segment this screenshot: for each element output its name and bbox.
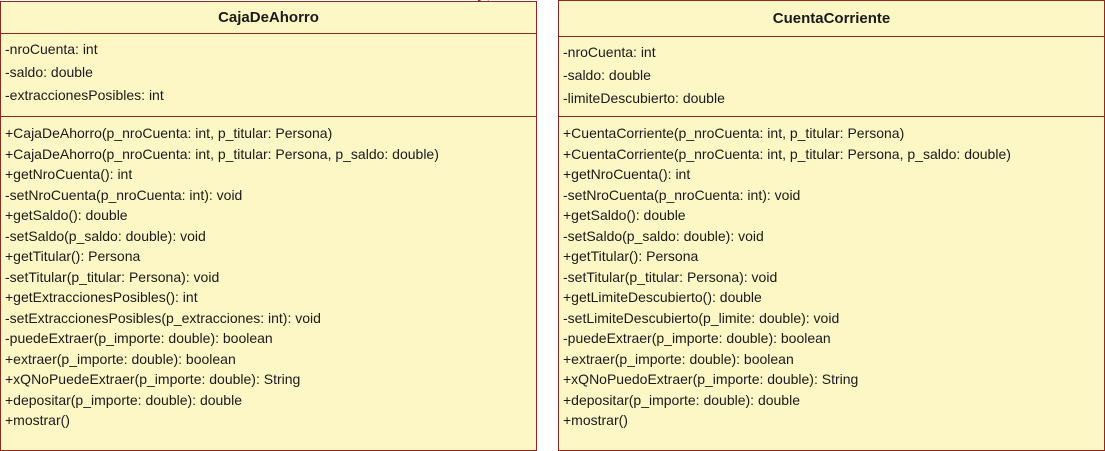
- method-row: -setSaldo(p_saldo: double): void: [5, 227, 206, 244]
- method-row: +getExtraccionesPosibles(): int: [5, 289, 198, 305]
- attribute-row: -saldo: double: [563, 67, 651, 83]
- class-name: CuentaCorriente: [559, 1, 1104, 37]
- method-row: -setNroCuenta(p_nroCuenta: int): void: [5, 186, 243, 203]
- method-row: -setNroCuenta(p_nroCuenta: int): void: [563, 186, 801, 203]
- method-row: +getTitular(): Persona: [563, 248, 699, 264]
- attribute-row: -nroCuenta: int: [563, 44, 656, 60]
- method-row: +CajaDeAhorro(p_nroCuenta: int, p_titula…: [5, 125, 333, 141]
- method-row: +depositar(p_importe: double): double: [5, 391, 242, 408]
- method-row: -setLimiteDescubierto(p_limite: double):…: [563, 309, 840, 326]
- attribute-row: -limiteDescubierto: double: [563, 90, 725, 106]
- attribute-row: -extraccionesPosibles: int: [5, 87, 164, 103]
- methods-compartment: +CajaDeAhorro(p_nroCuenta: int, p_titula…: [1, 117, 536, 431]
- method-row: -setTitular(p_titular: Persona): void: [563, 268, 778, 285]
- method-row: +CajaDeAhorro(p_nroCuenta: int, p_titula…: [5, 145, 439, 162]
- attributes-compartment: -nroCuenta: int -saldo: double -limiteDe…: [559, 37, 1104, 117]
- method-row: +extraer(p_importe: double): boolean: [5, 350, 236, 367]
- method-row: +getLimiteDescubierto(): double: [563, 289, 762, 305]
- class-box-caja-de-ahorro[interactable]: CajaDeAhorro -nroCuenta: int -saldo: dou…: [0, 1, 537, 451]
- method-row: +getSaldo(): double: [563, 207, 686, 223]
- class-name: CajaDeAhorro: [1, 2, 536, 34]
- method-row: +CuentaCorriente(p_nroCuenta: int, p_tit…: [563, 125, 905, 141]
- class-box-cuenta-corriente[interactable]: CuentaCorriente -nroCuenta: int -saldo: …: [558, 0, 1105, 451]
- method-row: +getSaldo(): double: [5, 207, 128, 223]
- method-row: -puedeExtraer(p_importe: double): boolea…: [5, 330, 273, 346]
- method-row: +getNroCuenta(): int: [563, 166, 691, 182]
- method-row: +xQNoPuedeExtraer(p_importe: double): St…: [5, 371, 301, 387]
- method-row: -setSaldo(p_saldo: double): void: [563, 227, 764, 244]
- method-row: -setTitular(p_titular: Persona): void: [5, 268, 220, 285]
- attribute-row: -saldo: double: [5, 64, 93, 80]
- method-row: -puedeExtraer(p_importe: double): boolea…: [563, 330, 831, 346]
- method-row: -setExtraccionesPosibles(p_extracciones:…: [5, 309, 321, 326]
- diagram-canvas: CajaDeAhorro -nroCuenta: int -saldo: dou…: [0, 0, 1105, 451]
- methods-compartment: +CuentaCorriente(p_nroCuenta: int, p_tit…: [559, 117, 1104, 431]
- method-row: +getTitular(): Persona: [5, 248, 141, 264]
- method-row: +xQNoPuedoExtraer(p_importe: double): St…: [563, 371, 859, 387]
- method-row: +getNroCuenta(): int: [5, 166, 133, 182]
- method-row: +mostrar(): [5, 412, 70, 428]
- method-row: +mostrar(): [563, 412, 628, 428]
- method-row: +CuentaCorriente(p_nroCuenta: int, p_tit…: [563, 145, 1011, 162]
- method-row: +depositar(p_importe: double): double: [563, 391, 800, 408]
- attributes-compartment: -nroCuenta: int -saldo: double -extracci…: [1, 34, 536, 117]
- attribute-row: -nroCuenta: int: [5, 41, 98, 57]
- method-row: +extraer(p_importe: double): boolean: [563, 350, 794, 367]
